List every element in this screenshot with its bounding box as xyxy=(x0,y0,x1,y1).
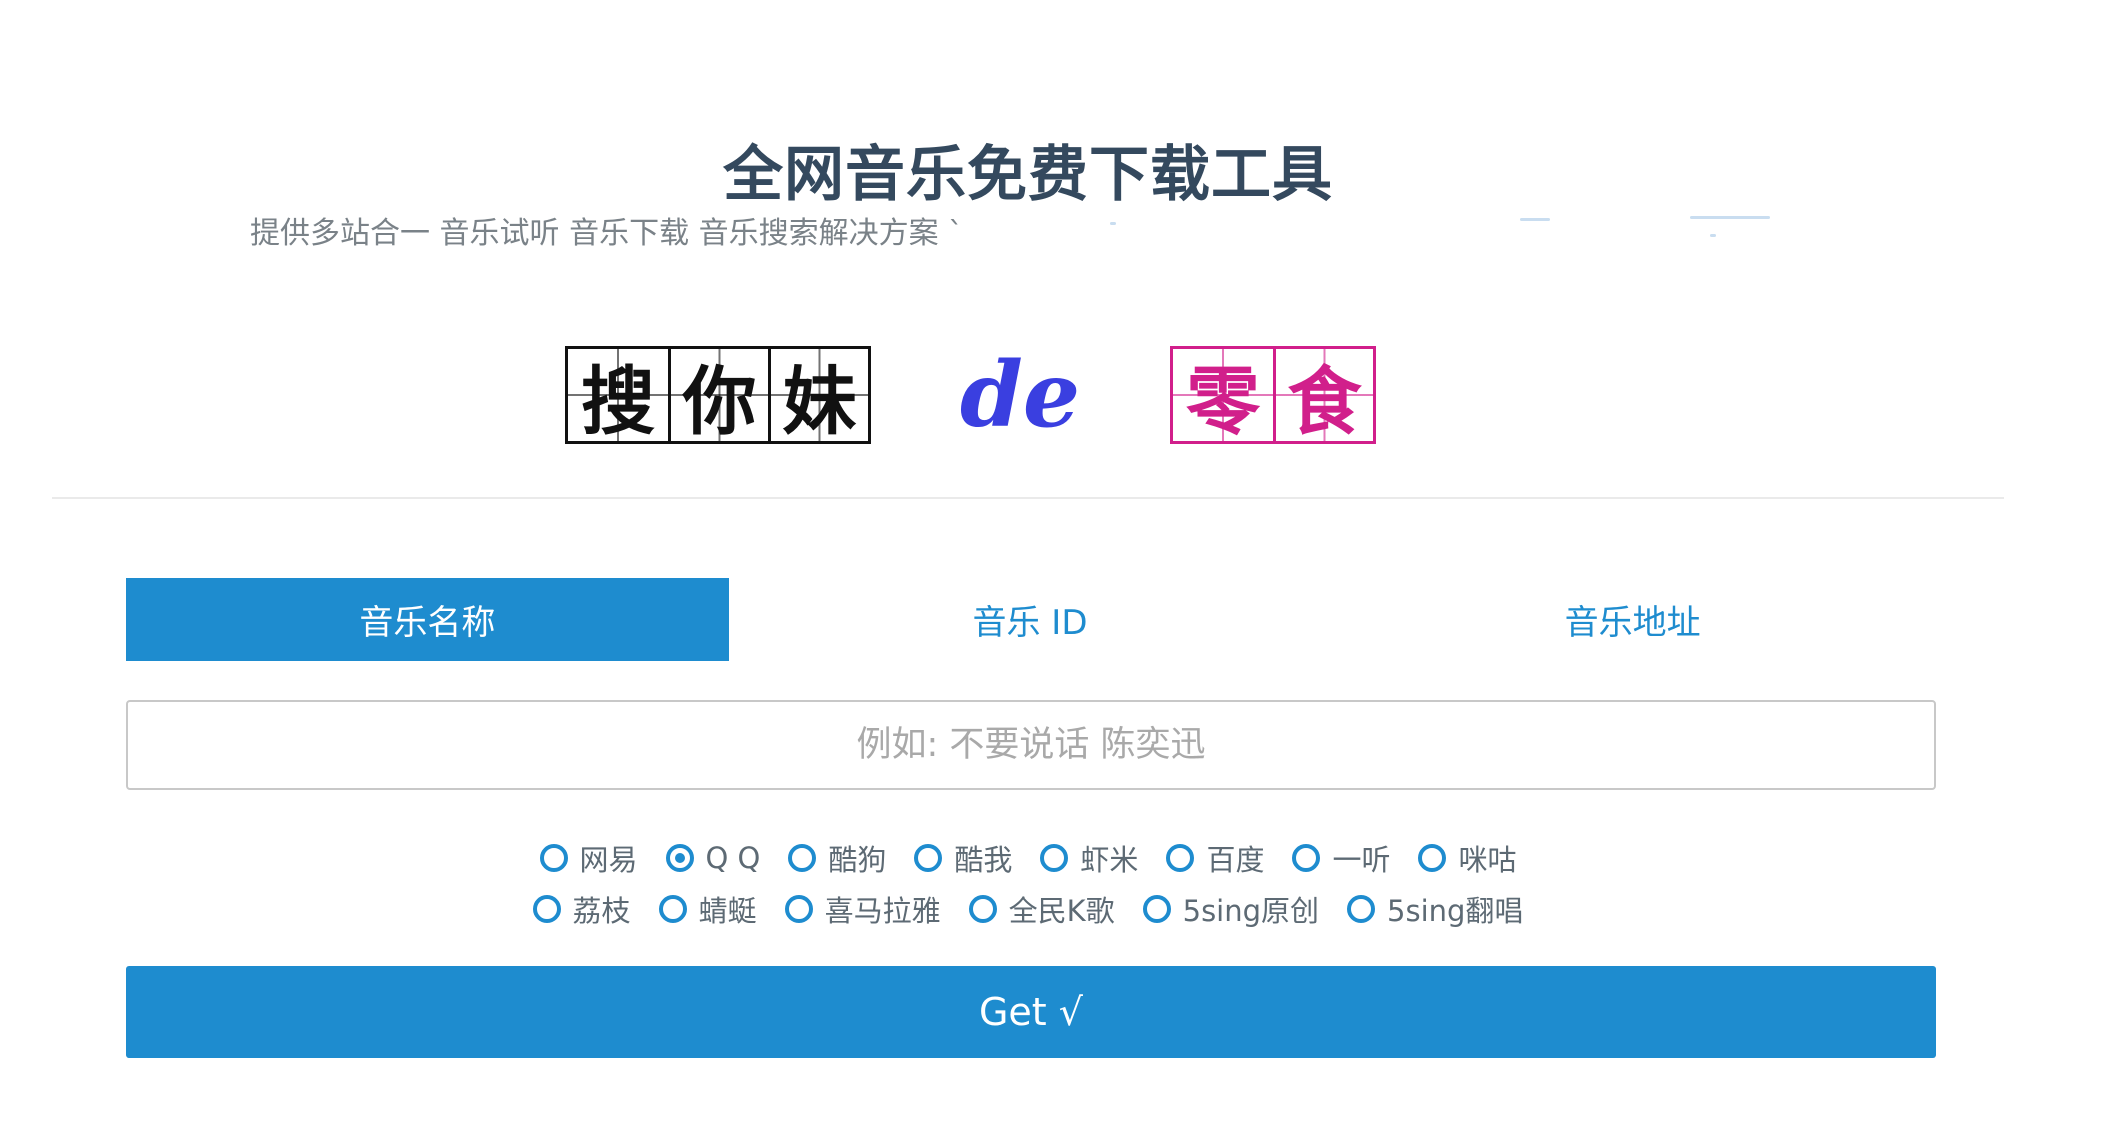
source-radio-option[interactable]: 酷我 xyxy=(914,837,1012,879)
radio-label: 5sing翻唱 xyxy=(1387,894,1524,928)
radio-button[interactable] xyxy=(1347,895,1376,923)
subtitle-scroll-residue xyxy=(0,214,2112,238)
radio-label: 一听 xyxy=(1332,843,1391,877)
radio-button[interactable] xyxy=(1040,844,1069,872)
logo-part-pink: 零 食 xyxy=(1170,346,1376,445)
radio-button[interactable] xyxy=(788,844,817,872)
source-radio-row-2: 荔枝 蜻蜓 喜马拉雅 全民K歌 5sing原创 5sing翻唱 xyxy=(0,888,2056,930)
source-radio-option[interactable]: Q Q xyxy=(665,837,761,879)
logo-char: 搜 xyxy=(568,349,668,445)
radio-button[interactable] xyxy=(1418,844,1447,872)
radio-label: 咪咕 xyxy=(1458,843,1517,877)
source-radio-option[interactable]: 网易 xyxy=(539,837,638,879)
radio-label: 酷狗 xyxy=(828,843,887,877)
page-title: 全网音乐免费下载工具 xyxy=(723,140,1333,211)
header-divider xyxy=(52,497,2004,499)
source-radio-option[interactable]: 5sing原创 xyxy=(1142,888,1320,930)
logo-char: 零 xyxy=(1173,349,1273,445)
site-logo: 搜 你 妹 de 零 食 xyxy=(565,346,1395,448)
tab-music-id[interactable]: 音乐 ID xyxy=(729,578,1332,661)
radio-label: 蜻蜓 xyxy=(698,894,757,928)
radio-label: 网易 xyxy=(579,843,638,877)
source-radio-option[interactable]: 喜马拉雅 xyxy=(784,888,941,930)
source-radio-option[interactable]: 一听 xyxy=(1292,837,1390,879)
logo-char: 妹 xyxy=(768,349,868,445)
radio-button[interactable] xyxy=(665,844,694,872)
tab-music-name[interactable]: 音乐名称 xyxy=(126,578,729,661)
radio-button[interactable] xyxy=(784,895,813,923)
radio-button[interactable] xyxy=(1292,844,1321,872)
source-radio-option[interactable]: 酷狗 xyxy=(788,837,886,879)
radio-label: 荔枝 xyxy=(572,894,631,928)
get-button[interactable]: Get √ xyxy=(126,966,1936,1058)
source-radio-option[interactable]: 蜻蜓 xyxy=(658,888,757,930)
logo-char: 你 xyxy=(668,349,768,445)
radio-label: 酷我 xyxy=(954,843,1013,877)
radio-label: 虾米 xyxy=(1080,843,1139,877)
logo-part-black: 搜 你 妹 xyxy=(565,346,871,445)
radio-button[interactable] xyxy=(1166,844,1195,872)
source-radio-option[interactable]: 5sing翻唱 xyxy=(1347,888,1523,930)
tab-music-url[interactable]: 音乐地址 xyxy=(1331,578,1934,661)
source-radio-option[interactable]: 百度 xyxy=(1166,837,1264,879)
source-radio-option[interactable]: 咪咕 xyxy=(1418,837,1516,879)
radio-button[interactable] xyxy=(532,895,561,923)
radio-button[interactable] xyxy=(658,895,687,923)
source-radio-option[interactable]: 荔枝 xyxy=(532,888,631,930)
radio-label: 喜马拉雅 xyxy=(824,894,941,928)
logo-char: 食 xyxy=(1273,349,1373,445)
radio-label: 百度 xyxy=(1206,843,1265,877)
source-radio-option[interactable]: 虾米 xyxy=(1040,837,1138,879)
source-radio-row-1: 网易 Q Q 酷狗 酷我 虾米 百度 一听 咪咕 xyxy=(0,837,2056,879)
radio-label: 全民K歌 xyxy=(1008,894,1115,928)
radio-button[interactable] xyxy=(914,844,943,872)
radio-button[interactable] xyxy=(968,895,997,923)
source-radio-option[interactable]: 全民K歌 xyxy=(968,888,1115,930)
search-mode-tabs: 音乐名称 音乐 ID 音乐地址 xyxy=(126,578,1934,661)
radio-button[interactable] xyxy=(539,844,568,872)
radio-label: Q Q xyxy=(705,841,761,875)
radio-label: 5sing原创 xyxy=(1182,894,1320,928)
search-input[interactable] xyxy=(126,700,1936,790)
logo-part-de: de xyxy=(960,342,1081,448)
radio-button[interactable] xyxy=(1142,895,1171,923)
